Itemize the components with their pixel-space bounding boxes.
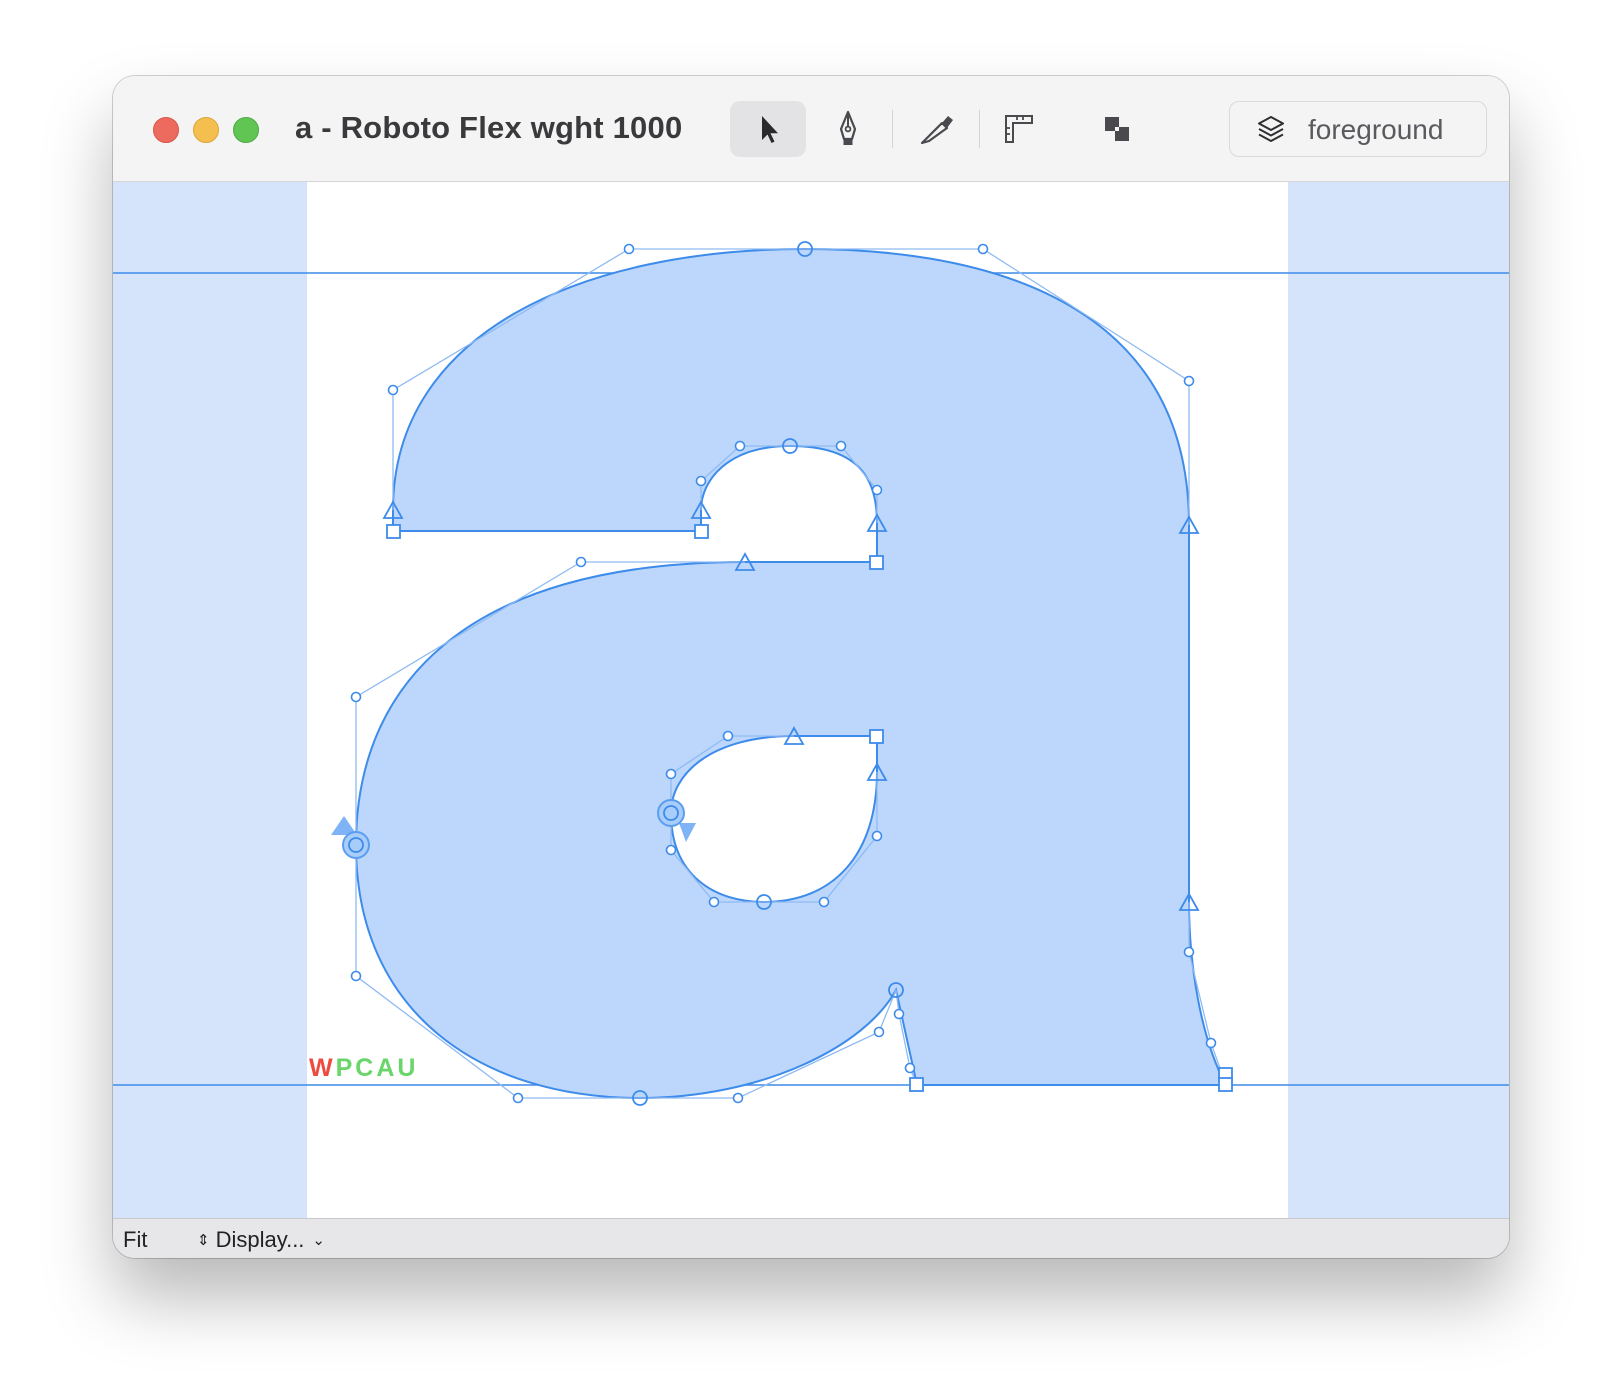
toolbar-separator [979,110,980,148]
pen-nib-icon [839,110,857,145]
pointer-tool-button[interactable] [730,101,806,157]
components-tool-button[interactable] [1079,101,1155,157]
knife-icon [920,116,953,145]
display-label: Display... [215,1227,305,1252]
glyph-outline[interactable] [354,247,1228,1100]
overlap-squares-icon [1105,117,1129,141]
knife-tool-button[interactable] [899,101,975,157]
wpcau-letter-p: P [335,1054,356,1082]
close-window-button[interactable] [153,117,179,143]
zoom-fit-button[interactable]: Fit [123,1227,147,1253]
wpcau-letter-u: U [397,1054,419,1082]
toolbar-separator [892,110,893,148]
measure-tool-button[interactable] [981,101,1057,157]
layers-icon [1258,116,1284,142]
minimize-window-button[interactable] [193,117,219,143]
layer-selector-button[interactable]: foreground [1229,101,1487,157]
wpcau-letter-c: C [355,1054,377,1082]
ruler-corner-icon [1005,115,1033,143]
updown-arrows-icon: ⇕ [197,1232,210,1249]
wpcau-letter-w: W [309,1054,336,1082]
wpcau-indicator: WPCAU [309,1054,418,1083]
glyph-editor-window: a - Roboto Flex wght 1000 foreground WPC… [113,76,1509,1258]
title-bar: a - Roboto Flex wght 1000 foreground [113,76,1509,182]
layer-name: foreground [1308,114,1444,145]
pen-tool-button[interactable] [810,101,886,157]
arrow-cursor-icon [762,116,778,143]
chevron-down-icon: ⌄ [312,1232,325,1249]
glyph-canvas[interactable]: WPCAU [113,182,1509,1218]
display-menu-button[interactable]: ⇕ Display... ⌄ [197,1227,325,1253]
zoom-window-button[interactable] [233,117,259,143]
window-title: a - Roboto Flex wght 1000 [295,110,683,145]
status-bar: Fit ⇕ Display... ⌄ [113,1218,1509,1258]
wpcau-letter-a: A [376,1054,398,1082]
